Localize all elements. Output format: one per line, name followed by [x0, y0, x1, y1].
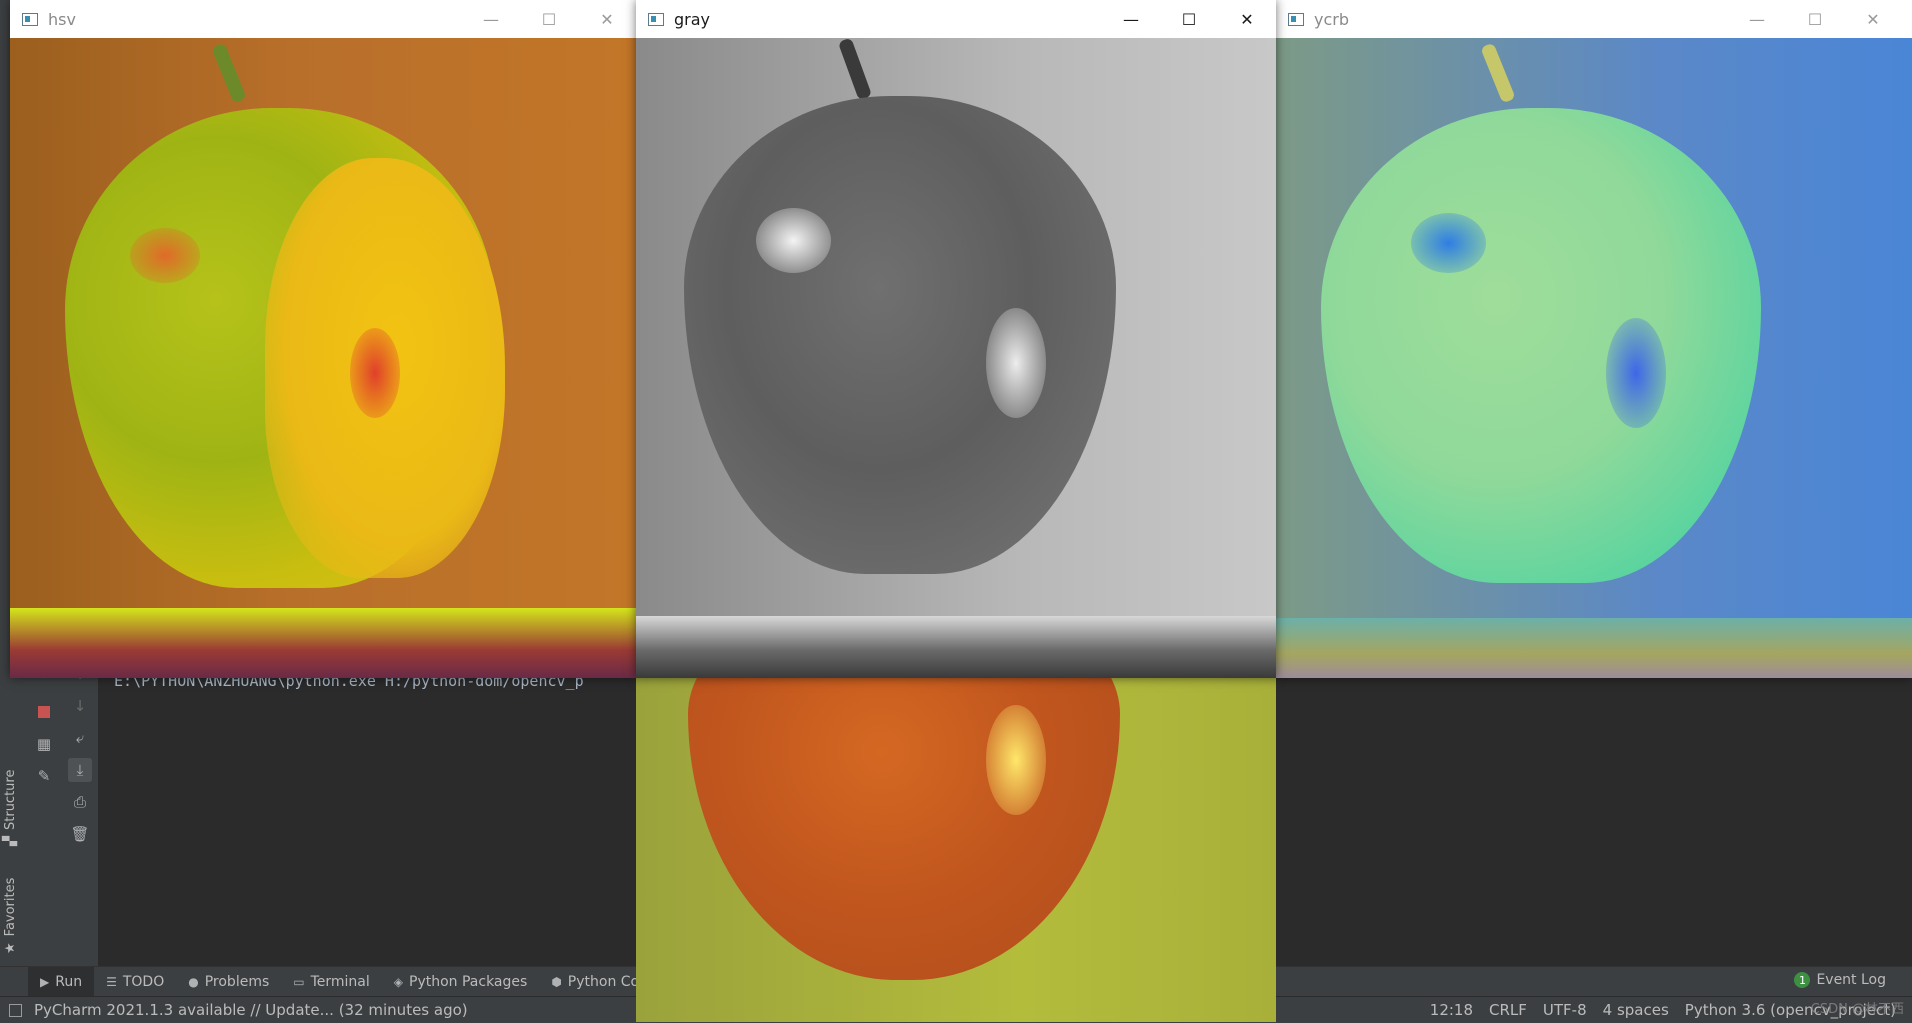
hsv-image [10, 38, 636, 678]
hsv-window[interactable]: hsv — ☐ ✕ [10, 0, 636, 678]
terminal-icon: ▭ [293, 975, 305, 989]
maximize-icon: ☐ [541, 9, 557, 29]
layers-icon: ◈ [393, 975, 403, 989]
run-action-column: ↑ ↓ ⤶ ⤓ ⎙ 🗑 [62, 660, 99, 966]
down-arrow-icon[interactable]: ↓ [68, 694, 92, 718]
run-tool-column: ↻ ▦ ✎ [26, 660, 63, 966]
structure-side-tab[interactable]: ▞ Structure [3, 770, 18, 846]
star-icon: ★ [3, 942, 18, 954]
minimize-button[interactable]: — [1102, 0, 1160, 38]
minimize-icon: — [1123, 9, 1139, 29]
maximize-icon: ☐ [1181, 9, 1197, 29]
window-title: gray [674, 9, 711, 29]
python-icon: ⬢ [551, 975, 562, 989]
stop-button[interactable] [32, 700, 56, 724]
pin-icon[interactable]: ✎ [32, 764, 56, 788]
maximize-button[interactable]: ☐ [1160, 0, 1218, 38]
window-app-icon [1288, 12, 1304, 26]
minimize-icon: — [1749, 9, 1765, 29]
tab-problems[interactable]: ● Problems [176, 967, 281, 997]
ycrb-image [1276, 38, 1912, 678]
minimize-button[interactable]: — [462, 0, 520, 38]
favorites-side-tab[interactable]: ★ Favorites [3, 878, 18, 954]
close-icon: ✕ [1240, 9, 1254, 29]
scroll-to-end-icon[interactable]: ⤓ [68, 758, 92, 782]
tab-run[interactable]: ▶ Run [28, 967, 95, 997]
window-app-icon [22, 12, 38, 26]
print-icon[interactable]: ⎙ [68, 790, 92, 814]
ycrb-titlebar[interactable]: ycrb — ☐ ✕ [1276, 0, 1912, 38]
original-image-window[interactable] [636, 640, 1276, 1022]
tab-terminal[interactable]: ▭ Terminal [281, 967, 382, 997]
close-icon: ✕ [1866, 9, 1880, 29]
tab-python-console[interactable]: ⬢ Python Co [539, 967, 651, 997]
info-icon: ● [188, 975, 199, 989]
close-button[interactable]: ✕ [578, 0, 636, 38]
event-count-badge: 1 [1794, 972, 1811, 988]
window-app-icon [648, 12, 664, 26]
gray-titlebar[interactable]: gray — ☐ ✕ [636, 0, 1276, 38]
minimize-button[interactable]: — [1728, 0, 1786, 38]
stop-icon [38, 706, 50, 718]
gray-image [636, 38, 1276, 678]
hsv-titlebar[interactable]: hsv — ☐ ✕ [10, 0, 636, 38]
line-separator[interactable]: CRLF [1489, 1001, 1527, 1019]
layout-icon[interactable]: ▦ [32, 732, 56, 756]
maximize-button[interactable]: ☐ [1786, 0, 1844, 38]
tool-window-toggle-icon[interactable] [9, 1004, 22, 1017]
trash-icon[interactable]: 🗑 [68, 822, 92, 846]
tab-python-packages[interactable]: ◈ Python Packages [382, 967, 540, 997]
soft-wrap-icon[interactable]: ⤶ [68, 726, 92, 750]
close-button[interactable]: ✕ [1218, 0, 1276, 38]
gray-window[interactable]: gray — ☐ ✕ [636, 0, 1276, 678]
status-message[interactable]: PyCharm 2021.1.3 available // Update... … [34, 1001, 468, 1019]
play-icon: ▶ [40, 975, 50, 989]
ycrb-window[interactable]: ycrb — ☐ ✕ [1276, 0, 1912, 678]
window-title: hsv [48, 9, 76, 29]
maximize-button[interactable]: ☐ [520, 0, 578, 38]
structure-icon: ▞ [3, 836, 18, 846]
maximize-icon: ☐ [1807, 9, 1823, 29]
window-title: ycrb [1314, 9, 1349, 29]
tab-todo[interactable]: ☰ TODO [94, 967, 176, 997]
minimize-icon: — [483, 9, 499, 29]
file-encoding[interactable]: UTF-8 [1543, 1001, 1587, 1019]
watermark: CSDN @林不西 [1810, 1002, 1904, 1017]
cursor-position[interactable]: 12:18 [1430, 1001, 1473, 1019]
list-icon: ☰ [106, 975, 117, 989]
event-log-button[interactable]: 1 Event Log [1794, 972, 1886, 988]
close-icon: ✕ [600, 9, 614, 29]
original-apple-image [636, 640, 1276, 1022]
indent-setting[interactable]: 4 spaces [1603, 1001, 1669, 1019]
close-button[interactable]: ✕ [1844, 0, 1902, 38]
